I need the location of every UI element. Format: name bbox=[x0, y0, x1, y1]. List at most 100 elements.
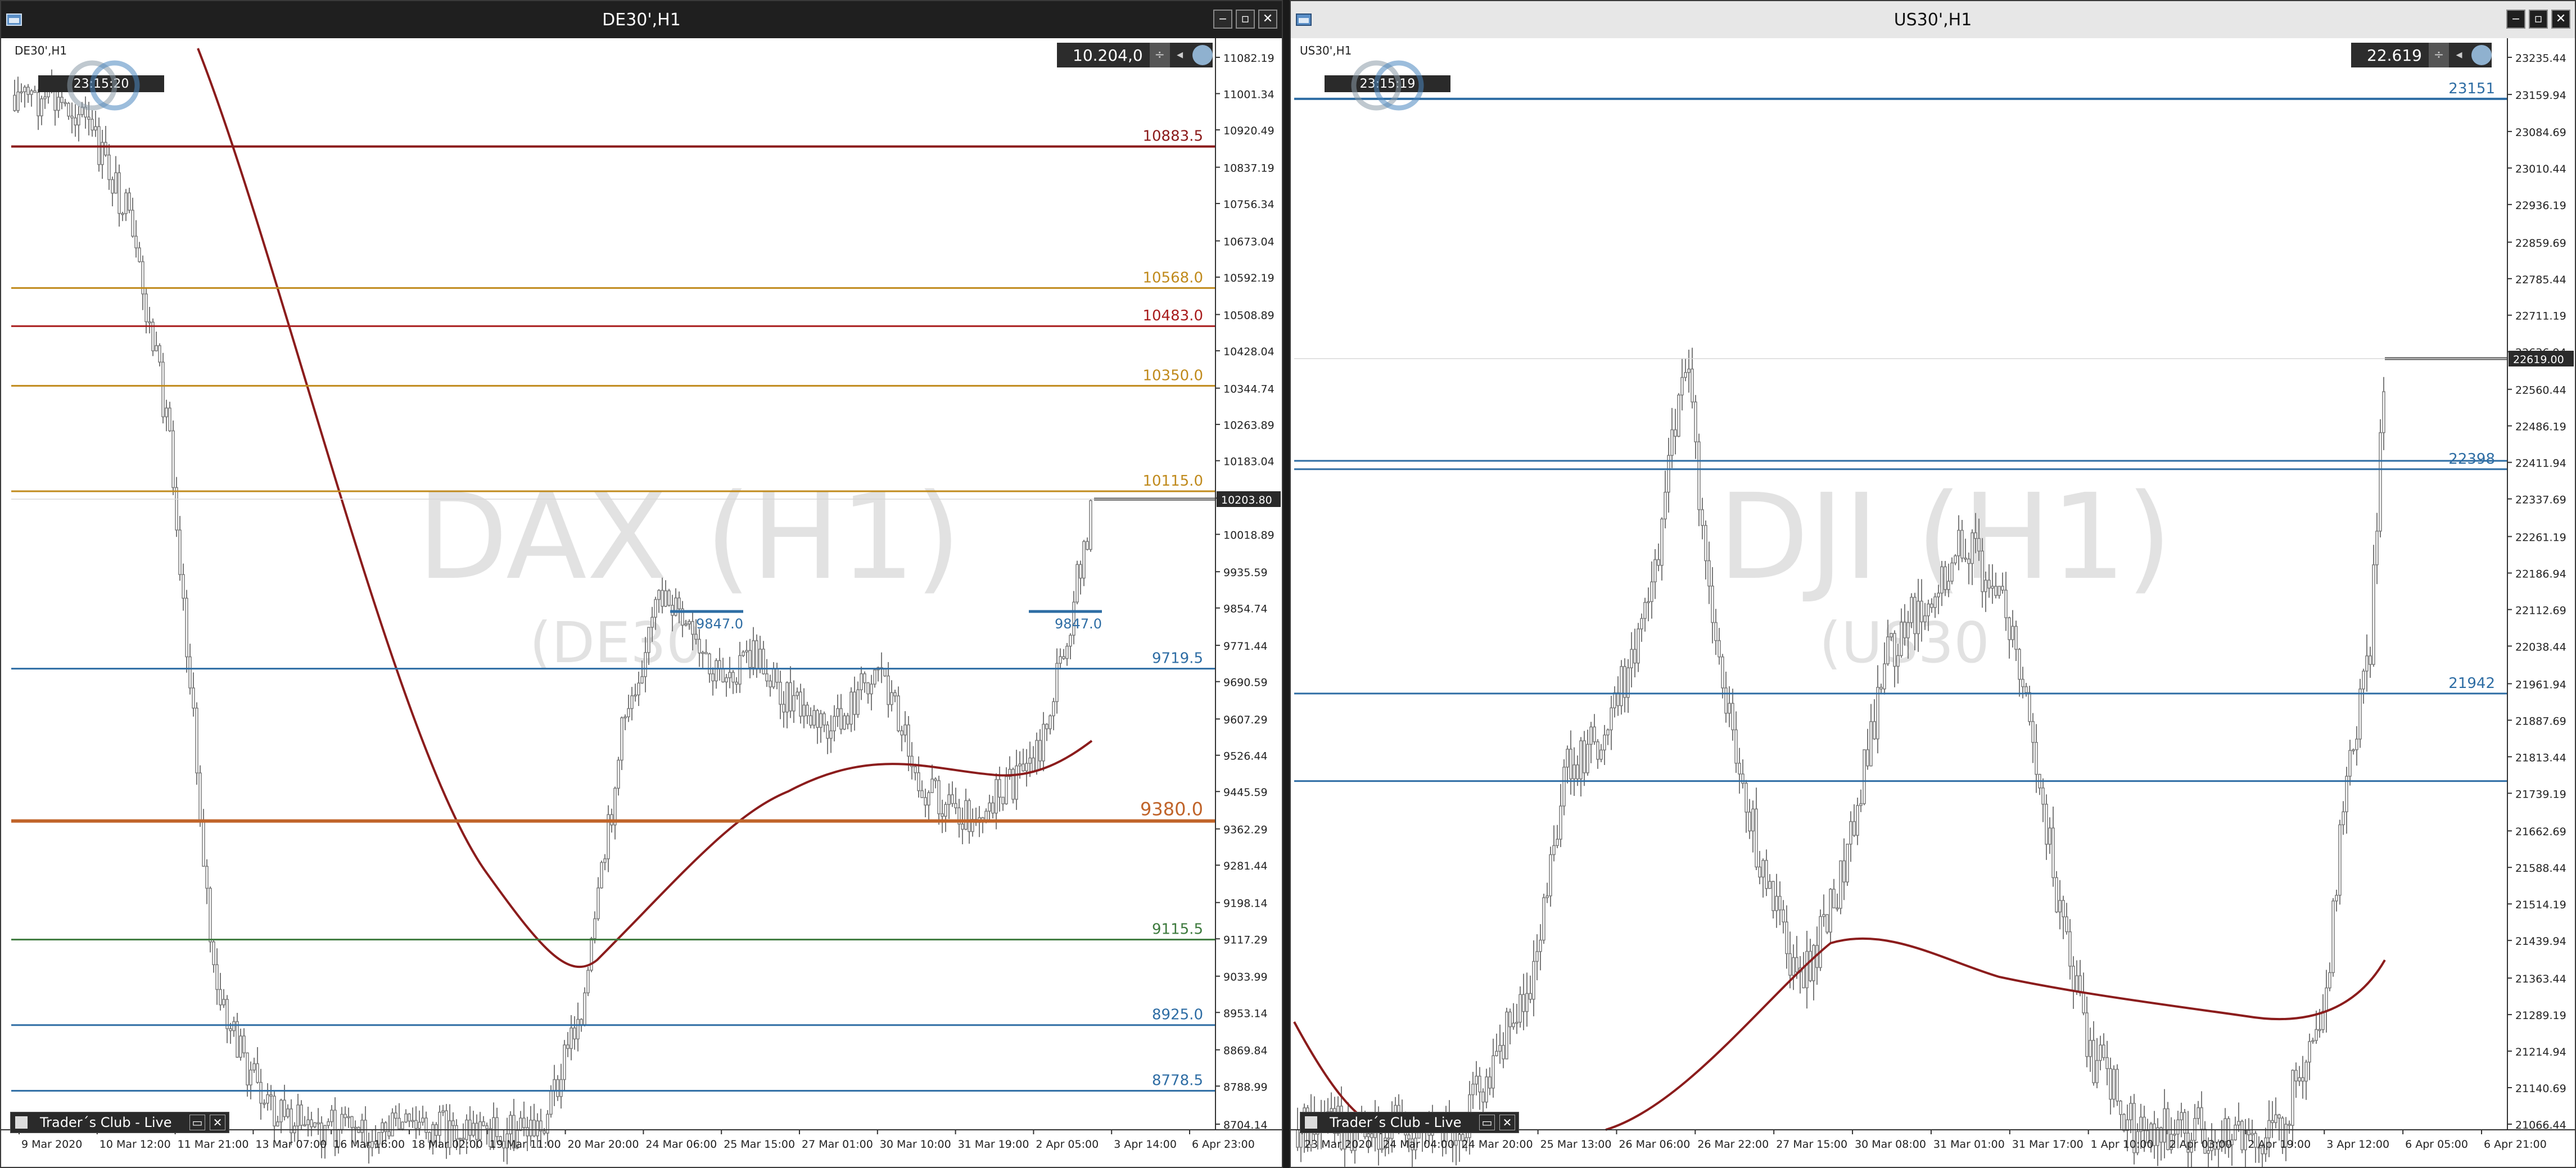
candle-body bbox=[1089, 500, 1092, 550]
candle-body bbox=[1724, 687, 1728, 714]
candle-body bbox=[2143, 1116, 2146, 1131]
close-button[interactable]: ✕ bbox=[2551, 10, 2570, 29]
candle-body bbox=[748, 650, 752, 668]
minimize-button[interactable]: ‒ bbox=[2506, 10, 2525, 29]
candle-body bbox=[2277, 1114, 2281, 1119]
current-price-label: 22619.00 bbox=[2513, 354, 2564, 366]
candle-body bbox=[704, 651, 708, 655]
candle-body bbox=[1977, 538, 1981, 552]
candle-body bbox=[188, 656, 192, 689]
chart-window-icon bbox=[1296, 13, 1312, 26]
candle-body bbox=[303, 1124, 306, 1126]
candle-body bbox=[853, 691, 856, 715]
price-chart[interactable]: DJI (H1)(US3023151223982194223235.442315… bbox=[1291, 38, 2575, 1167]
candle-body bbox=[438, 1111, 441, 1136]
minimized-window-tab[interactable]: Trader´s Club - Live ▭ ✕ bbox=[1300, 1112, 1519, 1133]
candle-body bbox=[1650, 581, 1653, 603]
restore-button[interactable]: ▭ bbox=[1479, 1115, 1495, 1130]
price-tick-label: 10183.04 bbox=[1223, 456, 1275, 468]
collapse-arrow-icon[interactable]: ◂ bbox=[1170, 43, 1190, 67]
candle-body bbox=[664, 590, 667, 607]
price-tick-label: 10592.19 bbox=[1223, 272, 1275, 284]
collapse-arrow-icon[interactable]: ◂ bbox=[2449, 43, 2469, 67]
chart-window-us30[interactable]: US30',H1 ‒ ▫ ✕ DJI (H1)(US30231512239821… bbox=[1290, 0, 2576, 1168]
candle-body bbox=[279, 1099, 283, 1122]
candle-body bbox=[849, 691, 853, 725]
candle-body bbox=[2342, 811, 2345, 826]
taskbar-close-button[interactable]: ✕ bbox=[210, 1115, 225, 1130]
candle-body bbox=[232, 1021, 236, 1031]
candle-body bbox=[1964, 558, 1967, 560]
candle-body bbox=[2294, 1070, 2298, 1082]
minimize-button[interactable]: ‒ bbox=[1213, 10, 1232, 29]
candle-body bbox=[33, 90, 37, 93]
candle-body bbox=[1971, 532, 1974, 564]
candle-body bbox=[661, 590, 664, 607]
chart-window-de30[interactable]: DE30',H1 ‒ ▫ ✕ DAX (H1) (DE30 10883.5 10568… bbox=[0, 0, 1283, 1168]
taskbar-close-button[interactable]: ✕ bbox=[1499, 1115, 1515, 1130]
maximize-button[interactable]: ▫ bbox=[2529, 10, 2548, 29]
candle-body bbox=[802, 704, 806, 717]
level-label-1: 10568.0 bbox=[1142, 269, 1203, 286]
candle-body bbox=[478, 1121, 482, 1140]
candle-body bbox=[580, 1018, 583, 1025]
price-tick-label: 8704.14 bbox=[1223, 1119, 1268, 1131]
candle-body bbox=[1492, 1055, 1495, 1089]
spread-box[interactable]: 10.204,0 ÷ ◂ bbox=[1057, 43, 1213, 67]
price-tick-label: 9033.99 bbox=[1223, 971, 1268, 984]
candle-body bbox=[2301, 1077, 2304, 1082]
candle-body bbox=[863, 673, 866, 683]
price-tick-label: 9281.44 bbox=[1223, 860, 1268, 872]
candle-body bbox=[212, 941, 215, 966]
candle-body bbox=[799, 691, 802, 717]
price-chart-canvas[interactable]: DJI (H1)(US3023151223982194223235.442315… bbox=[1291, 38, 2575, 1167]
price-tick-label: 9935.59 bbox=[1223, 567, 1268, 579]
candle-body bbox=[40, 98, 43, 116]
candle-body bbox=[185, 597, 188, 658]
candle-body bbox=[1869, 721, 1873, 767]
price-chart[interactable]: DAX (H1) (DE30 10883.5 10568.0 10483.0 10350.… bbox=[1, 38, 1282, 1167]
candle-body bbox=[2335, 894, 2338, 902]
candle-body bbox=[964, 800, 968, 830]
candle-body bbox=[209, 888, 212, 943]
candle-body bbox=[738, 655, 742, 685]
price-chart-canvas[interactable]: DAX (H1)(DE30 10883.5 10568.0 10483.0 10350.… bbox=[1, 38, 1282, 1167]
candle-body bbox=[701, 651, 704, 654]
candle-body bbox=[1758, 866, 1761, 878]
restore-button[interactable]: ▭ bbox=[189, 1115, 205, 1130]
candle-body bbox=[897, 695, 900, 731]
candle-body bbox=[1839, 860, 1842, 909]
candle-body bbox=[1498, 1045, 1502, 1052]
candle-body bbox=[1714, 622, 1718, 641]
time-tick-label: 20 Mar 20:00 bbox=[568, 1138, 639, 1151]
candle-body bbox=[1454, 1140, 1458, 1146]
candle-body bbox=[836, 708, 839, 717]
spread-box[interactable]: 22.619 ÷ ◂ bbox=[2351, 43, 2492, 67]
candle-body bbox=[313, 1122, 317, 1128]
candle-body bbox=[2028, 692, 2031, 722]
spread-stepper[interactable]: ÷ bbox=[2428, 43, 2449, 67]
candle-body bbox=[1920, 600, 1923, 623]
maximize-button[interactable]: ▫ bbox=[1236, 10, 1255, 29]
candle-body bbox=[839, 708, 843, 730]
window-titlebar[interactable]: DE30',H1 ‒ ▫ ✕ bbox=[1, 1, 1282, 38]
candle-body bbox=[2352, 749, 2355, 751]
window-titlebar[interactable]: US30',H1 ‒ ▫ ✕ bbox=[1291, 1, 2575, 39]
candle-body bbox=[2082, 992, 2085, 1013]
time-tick-label: 18 Mar 02:00 bbox=[412, 1138, 483, 1151]
candle-body bbox=[536, 1120, 539, 1137]
candle-body bbox=[1042, 723, 1045, 762]
price-tick-label: 21961.94 bbox=[2515, 678, 2566, 691]
spread-stepper[interactable]: ÷ bbox=[1149, 43, 1170, 67]
candle-body bbox=[310, 1119, 313, 1128]
candle-body bbox=[1876, 687, 1879, 740]
candle-body bbox=[1775, 895, 1778, 911]
candle-body bbox=[721, 668, 725, 682]
candle-body bbox=[1957, 529, 1960, 556]
close-button[interactable]: ✕ bbox=[1258, 10, 1277, 29]
price-tick-label: 21662.69 bbox=[2515, 826, 2566, 838]
minimized-window-tab[interactable]: Trader´s Club - Live ▭ ✕ bbox=[10, 1112, 229, 1133]
candle-body bbox=[2250, 1133, 2254, 1135]
candle-body bbox=[2031, 721, 2035, 743]
candle-body bbox=[1471, 1083, 1475, 1095]
